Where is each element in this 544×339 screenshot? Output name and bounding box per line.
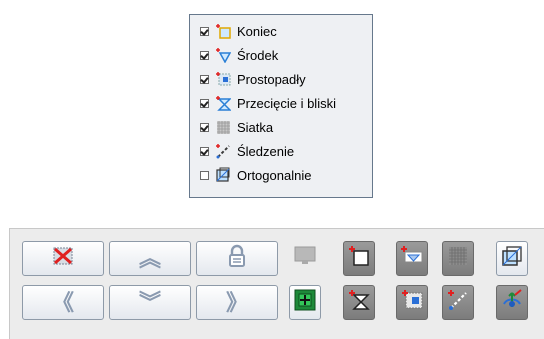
delete-selection-button[interactable] [22, 241, 104, 276]
grid-snap-icon [215, 119, 231, 135]
intersection-snap-icon [215, 95, 232, 111]
midpoint-snap-button[interactable] [396, 241, 428, 276]
grid-snap-icon [446, 244, 470, 273]
pan-left-button[interactable]: 《 [22, 285, 104, 320]
pan-right-button[interactable]: 》 [196, 285, 278, 320]
monitor-icon [293, 245, 317, 272]
chevron-left-icon: 《 [51, 289, 74, 315]
midpoint-snap-icon [215, 47, 232, 64]
pan-down-button[interactable]: ︾ [109, 285, 191, 320]
menu-item-przeciecie[interactable]: Przecięcie i bliski [190, 91, 372, 115]
delete-selection-icon [50, 245, 76, 272]
menu-item-label: Ortogonalnie [237, 167, 312, 183]
srodek-checkbox[interactable] [200, 50, 209, 60]
intersection-snap-icon [347, 288, 371, 317]
tracking-snap-icon [446, 288, 470, 317]
tracking-snap-icon [215, 143, 231, 159]
grid-snap-button[interactable] [442, 241, 474, 276]
sledzenie-checkbox[interactable] [200, 146, 209, 156]
menu-item-label: Siatka [237, 119, 274, 135]
przeciecie-checkbox[interactable] [200, 98, 209, 108]
endpoint-snap-icon [347, 244, 371, 273]
endpoint-snap-icon [215, 23, 231, 39]
orthogonal-snap-icon [215, 167, 231, 183]
chevron-up-icon: ︽ [138, 245, 161, 271]
tracking-snap-button[interactable] [442, 285, 474, 320]
toolbar: ︽ 《 ︾ 》 [9, 228, 544, 339]
lock-button[interactable] [196, 241, 278, 276]
view-rotate-button[interactable] [496, 285, 528, 320]
prostopadly-checkbox[interactable] [200, 74, 209, 84]
menu-item-prostopadly[interactable]: Prostopadły [190, 67, 372, 91]
menu-item-sledzenie[interactable]: Śledzenie [190, 139, 372, 163]
chevron-down-icon: ︾ [138, 289, 161, 315]
orthogonal-snap-button[interactable] [496, 241, 528, 276]
pan-up-button[interactable]: ︽ [109, 241, 191, 276]
perpendicular-snap-icon [400, 288, 424, 317]
midpoint-snap-icon [399, 244, 425, 273]
menu-item-koniec[interactable]: Koniec [190, 19, 372, 43]
chevron-right-icon: 》 [225, 289, 248, 315]
koniec-checkbox[interactable] [200, 26, 209, 36]
menu-item-srodek[interactable]: Środek [190, 43, 372, 67]
zoom-fit-button[interactable] [289, 285, 321, 320]
intersection-snap-button[interactable] [343, 285, 375, 320]
menu-item-label: Koniec [237, 23, 277, 39]
menu-item-label: Przecięcie i bliski [237, 95, 336, 111]
orthogonal-snap-icon [499, 243, 525, 274]
menu-item-ortogonalnie[interactable]: Ortogonalnie [190, 163, 372, 187]
ortogonalnie-checkbox[interactable] [200, 170, 209, 180]
perpendicular-snap-icon [215, 71, 231, 87]
menu-item-label: Śledzenie [237, 143, 295, 159]
view-rotate-icon [499, 287, 525, 318]
siatka-checkbox[interactable] [200, 122, 209, 132]
perpendicular-snap-button[interactable] [396, 285, 428, 320]
snap-options-menu: Koniec Środek Prostopadły Przecięcie i b… [189, 14, 373, 198]
zoom-fit-icon [293, 288, 317, 317]
endpoint-snap-button[interactable] [343, 241, 375, 276]
display-button[interactable] [289, 241, 321, 276]
lock-icon [226, 244, 248, 273]
menu-item-siatka[interactable]: Siatka [190, 115, 372, 139]
menu-item-label: Środek [237, 47, 279, 63]
menu-item-label: Prostopadły [237, 71, 306, 87]
